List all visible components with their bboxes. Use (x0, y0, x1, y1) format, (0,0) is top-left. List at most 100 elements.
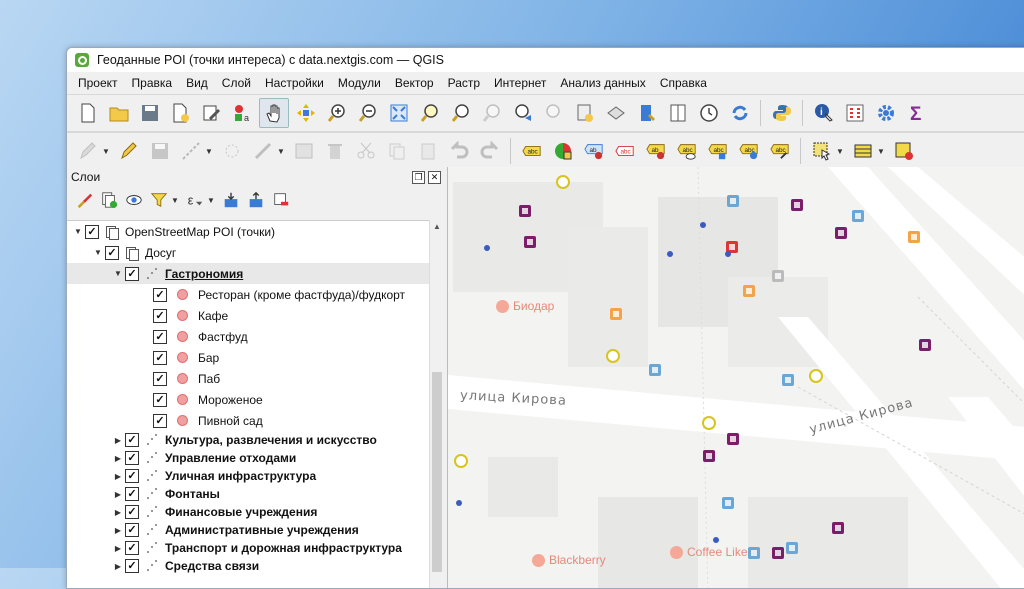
layer-checkbox[interactable]: ✓ (125, 541, 139, 555)
edit-layer-button[interactable] (73, 137, 102, 166)
layer-group-row[interactable]: ▼ ✓ OpenStreetMap POI (точки) (67, 221, 429, 242)
expand-arrow-icon[interactable]: ▶ (111, 562, 125, 571)
layer-category-row[interactable]: ▶ ✓ Средства связи (67, 557, 429, 575)
zoom-out-button[interactable] (353, 99, 382, 128)
attribute-table-button[interactable] (840, 99, 869, 128)
save-as-button[interactable] (166, 99, 195, 128)
manage-visibility-button[interactable] (123, 189, 145, 211)
expand-arrow-icon[interactable]: ▼ (71, 227, 85, 236)
layer-checkbox[interactable]: ✓ (125, 266, 139, 281)
toggle-editing-button[interactable] (114, 137, 143, 166)
pan-to-selection-button[interactable] (291, 99, 320, 128)
point-marker[interactable] (667, 251, 673, 257)
new-bookmark-button[interactable] (570, 99, 599, 128)
zoom-native-button[interactable] (477, 99, 506, 128)
service-marker[interactable] (722, 497, 734, 509)
vertex-tool-button[interactable] (217, 137, 246, 166)
expand-arrow-icon[interactable]: ▼ (91, 248, 105, 257)
select-features-button[interactable] (807, 137, 836, 166)
statistics-button[interactable]: Σ (902, 99, 931, 128)
cafe-marker[interactable] (809, 369, 823, 383)
undo-button[interactable] (444, 137, 473, 166)
chevron-down-icon[interactable]: ▼ (171, 196, 181, 205)
museum-marker[interactable] (791, 199, 803, 211)
shop-marker[interactable] (743, 285, 755, 297)
open-layer-styling-button[interactable] (73, 189, 95, 211)
layer-category-row[interactable]: ▼ ✓ Гастрономия (67, 263, 429, 284)
museum-marker[interactable] (832, 522, 844, 534)
chevron-down-icon[interactable]: ▼ (836, 147, 846, 156)
legend-checkbox[interactable]: ✓ (153, 329, 167, 344)
legend-checkbox[interactable]: ✓ (153, 308, 167, 323)
open-project-button[interactable] (104, 99, 133, 128)
legend-checkbox[interactable]: ✓ (153, 287, 167, 302)
museum-marker[interactable] (727, 433, 739, 445)
layer-checkbox[interactable]: ✓ (105, 245, 119, 260)
pan-map-button[interactable] (259, 98, 289, 128)
show-bookmarks-button[interactable] (601, 99, 630, 128)
menu-raster[interactable]: Растр (441, 76, 487, 90)
menu-plugins[interactable]: Модули (331, 76, 388, 90)
layer-checkbox[interactable]: ✓ (125, 523, 139, 537)
pin-unpin-button[interactable]: abc (610, 137, 639, 166)
move-label-button[interactable]: ab (641, 137, 670, 166)
paste-button[interactable] (413, 137, 442, 166)
deselect-button[interactable] (889, 137, 918, 166)
processing-toolbox-button[interactable] (871, 99, 900, 128)
menu-help[interactable]: Справка (653, 76, 714, 90)
museum-marker[interactable] (524, 236, 536, 248)
zoom-full-button[interactable] (384, 99, 413, 128)
layer-checkbox[interactable]: ✓ (125, 559, 139, 573)
chevron-down-icon[interactable]: ▼ (207, 196, 217, 205)
layer-tree-scrollbar[interactable]: ▲ (429, 220, 444, 588)
expand-all-button[interactable] (220, 189, 242, 211)
close-panel-icon[interactable]: ✕ (428, 170, 441, 184)
filter-expression-button[interactable]: ε (184, 189, 206, 211)
zoom-to-selection-button[interactable] (415, 99, 444, 128)
legend-checkbox[interactable]: ✓ (153, 392, 167, 407)
identify-features-button[interactable]: i (809, 99, 838, 128)
save-edits-button[interactable] (145, 137, 174, 166)
museum-marker[interactable] (703, 450, 715, 462)
scrollbar-thumb[interactable] (432, 372, 442, 572)
legend-item-row[interactable]: ✓ Фастфуд (67, 326, 429, 347)
modify-attributes-button[interactable] (248, 137, 277, 166)
remove-layer-button[interactable] (270, 189, 292, 211)
service-marker[interactable] (748, 547, 760, 559)
layer-checkbox[interactable]: ✓ (125, 451, 139, 465)
bookmark-manager-button[interactable] (663, 99, 692, 128)
chevron-down-icon[interactable]: ▼ (205, 147, 215, 156)
expand-arrow-icon[interactable]: ▶ (111, 508, 125, 517)
chevron-down-icon[interactable]: ▼ (102, 147, 112, 156)
spatial-bookmark-button[interactable] (632, 99, 661, 128)
python-console-button[interactable] (767, 99, 796, 128)
layer-checkbox[interactable]: ✓ (125, 469, 139, 483)
layer-category-row[interactable]: ▶ ✓ Транспорт и дорожная инфраструктура (67, 539, 429, 557)
expand-arrow-icon[interactable]: ▼ (111, 269, 125, 278)
legend-item-row[interactable]: ✓ Пивной сад (67, 410, 429, 431)
layer-category-row[interactable]: ▶ ✓ Финансовые учреждения (67, 503, 429, 521)
legend-item-row[interactable]: ✓ Ресторан (кроме фастфуда)/фудкорт (67, 284, 429, 305)
layer-checkbox[interactable]: ✓ (125, 487, 139, 501)
rotate-label-button[interactable]: abc (703, 137, 732, 166)
service-marker[interactable] (727, 195, 739, 207)
legend-item-row[interactable]: ✓ Мороженое (67, 389, 429, 410)
save-project-button[interactable] (135, 99, 164, 128)
expand-arrow-icon[interactable]: ▶ (111, 472, 125, 481)
layer-category-row[interactable]: ▶ ✓ Управление отходами (67, 449, 429, 467)
label-properties-button[interactable]: abc (765, 137, 794, 166)
layer-category-row[interactable]: ▶ ✓ Фонтаны (67, 485, 429, 503)
legend-item-row[interactable]: ✓ Бар (67, 347, 429, 368)
service-marker[interactable] (649, 364, 661, 376)
style-manager-button[interactable]: a (228, 99, 257, 128)
layer-category-row[interactable]: ▶ ✓ Культура, развлечения и искусство (67, 431, 429, 449)
expand-arrow-icon[interactable]: ▶ (111, 436, 125, 445)
cafe-marker[interactable] (702, 416, 716, 430)
menu-edit[interactable]: Правка (125, 76, 180, 90)
delete-selected-button[interactable] (320, 137, 349, 166)
layer-checkbox[interactable]: ✓ (125, 505, 139, 519)
museum-marker[interactable] (835, 227, 847, 239)
menu-settings[interactable]: Настройки (258, 76, 331, 90)
expand-arrow-icon[interactable]: ▶ (111, 544, 125, 553)
menu-project[interactable]: Проект (71, 76, 125, 90)
